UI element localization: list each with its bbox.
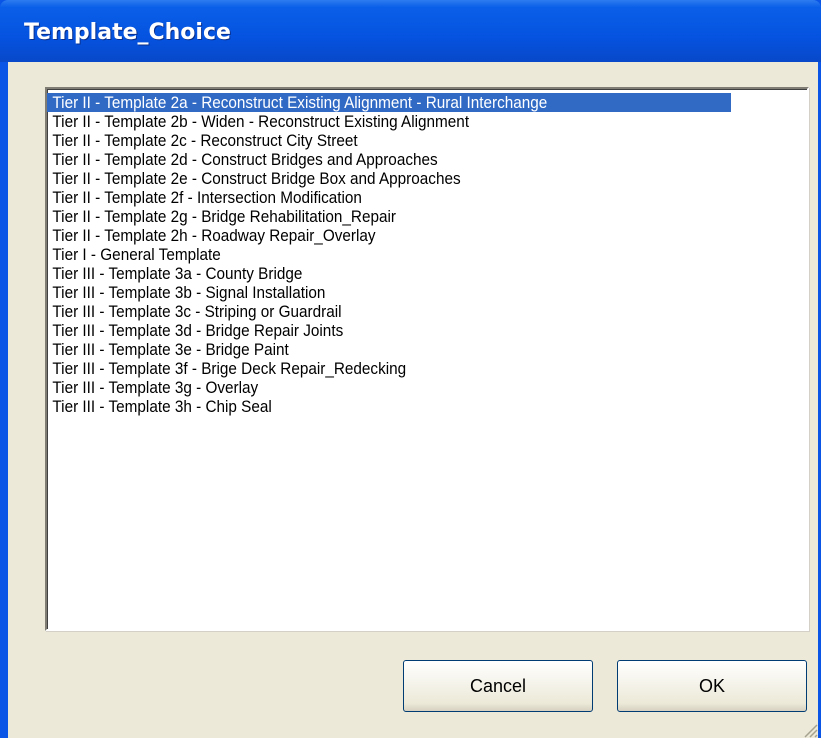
cancel-button[interactable]: Cancel <box>403 660 593 712</box>
window-title: Template_Choice <box>24 20 231 45</box>
template-list: Tier II - Template 2a - Reconstruct Exis… <box>47 89 807 416</box>
template-list-item[interactable]: Tier II - Template 2g - Bridge Rehabilit… <box>47 207 731 226</box>
cancel-button-label: Cancel <box>469 675 527 696</box>
template-list-item[interactable]: Tier III - Template 3e - Bridge Paint <box>47 340 731 359</box>
template-list-item[interactable]: Tier III - Template 3f - Brige Deck Repa… <box>47 359 731 378</box>
template-list-item[interactable]: Tier II - Template 2d - Construct Bridge… <box>47 150 731 169</box>
template-list-item[interactable]: Tier II - Template 2f - Intersection Mod… <box>47 188 731 207</box>
template-choice-dialog: Template_Choice Tier II - Template 2a - … <box>0 0 821 738</box>
template-listbox[interactable]: Tier II - Template 2a - Reconstruct Exis… <box>45 87 809 631</box>
template-list-item[interactable]: Tier III - Template 3g - Overlay <box>47 378 731 397</box>
template-list-item[interactable]: Tier II - Template 2h - Roadway Repair_O… <box>47 226 731 245</box>
template-list-item[interactable]: Tier III - Template 3b - Signal Installa… <box>47 283 731 302</box>
template-list-item[interactable]: Tier I - General Template <box>47 245 731 264</box>
ok-button[interactable]: OK <box>617 660 807 712</box>
ok-button-label: OK <box>698 675 725 696</box>
template-list-item[interactable]: Tier II - Template 2e - Construct Bridge… <box>47 169 731 188</box>
dialog-client-area: Tier II - Template 2a - Reconstruct Exis… <box>8 62 818 738</box>
template-list-item[interactable]: Tier II - Template 2a - Reconstruct Exis… <box>47 93 731 112</box>
template-list-item[interactable]: Tier III - Template 3d - Bridge Repair J… <box>47 321 731 340</box>
template-list-item[interactable]: Tier II - Template 2c - Reconstruct City… <box>47 131 731 150</box>
template-list-item[interactable]: Tier III - Template 3h - Chip Seal <box>47 397 731 416</box>
title-bar[interactable]: Template_Choice <box>0 0 821 62</box>
resize-grip-icon[interactable] <box>802 722 818 738</box>
template-list-item[interactable]: Tier III - Template 3c - Striping or Gua… <box>47 302 731 321</box>
template-list-item[interactable]: Tier II - Template 2b - Widen - Reconstr… <box>47 112 731 131</box>
template-list-item[interactable]: Tier III - Template 3a - County Bridge <box>47 264 731 283</box>
